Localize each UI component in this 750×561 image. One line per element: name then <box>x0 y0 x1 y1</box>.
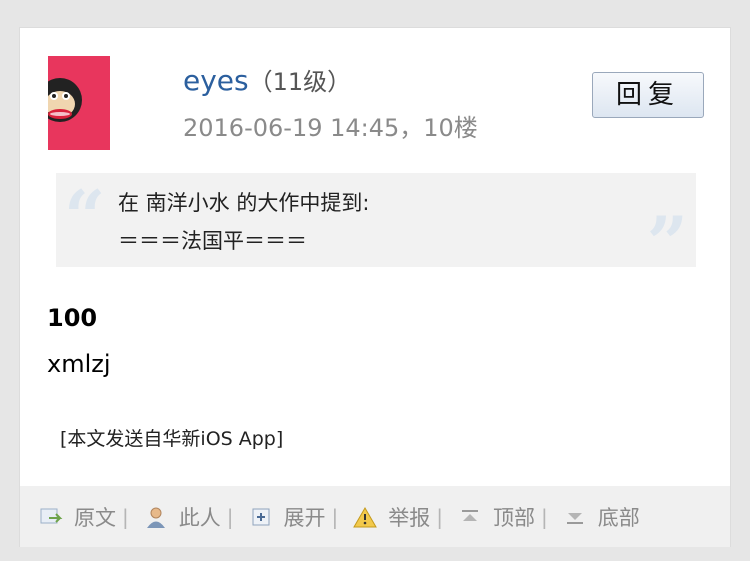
post-body-strong: 100 <box>47 304 98 332</box>
quote-text: ＝＝＝法国平＝＝＝ <box>118 229 307 253</box>
quote-block: “ 在 南洋小水 的大作中提到: ＝＝＝法国平＝＝＝ ” <box>56 173 696 279</box>
go-top-label: 顶部 <box>493 505 535 530</box>
original-text-label: 原文 <box>74 505 116 530</box>
report-button[interactable]: 举报 <box>352 502 430 532</box>
monkey-avatar-icon <box>48 78 82 122</box>
go-top-button[interactable]: 顶部 <box>457 502 535 532</box>
original-text-icon <box>38 505 64 529</box>
avatar[interactable] <box>48 56 110 150</box>
quote-header: 在 南洋小水 的大作中提到: <box>118 191 370 215</box>
separator: | <box>331 504 339 529</box>
go-bottom-label: 底部 <box>597 505 640 530</box>
expand-label: 展开 <box>283 505 326 530</box>
reply-button[interactable]: 回复 <box>592 72 704 118</box>
separator: | <box>436 504 443 529</box>
expand-icon <box>248 505 274 529</box>
separator: | <box>226 504 234 529</box>
this-user-label: 此人 <box>178 505 221 530</box>
separator: | <box>541 504 548 529</box>
user-line: eyes（11级） <box>183 62 351 97</box>
report-label: 举报 <box>388 505 431 530</box>
warning-icon <box>352 505 378 529</box>
expand-button[interactable]: 展开 <box>248 502 326 532</box>
post-source: [本文发送自华新iOS App] <box>60 428 284 450</box>
quote-open-icon: “ <box>64 174 106 259</box>
separator: | <box>122 504 129 529</box>
to-top-icon <box>457 505 483 529</box>
username-link[interactable]: eyes <box>183 64 249 97</box>
post-meta: 2016-06-19 14:45，10楼 <box>183 114 478 142</box>
quote-close-icon: ” <box>646 200 688 285</box>
action-bar: 原文 | 此人 | 展开 | 举报 | 顶部 | 底部 <box>20 486 730 547</box>
to-bottom-icon <box>562 505 588 529</box>
post-body-text: xmlzj <box>47 350 111 378</box>
go-bottom-button[interactable]: 底部 <box>562 502 640 532</box>
post-card: eyes（11级） 2016-06-19 14:45，10楼 回复 “ 在 南洋… <box>19 27 731 547</box>
original-text-button[interactable]: 原文 <box>38 502 116 532</box>
this-user-button[interactable]: 此人 <box>143 502 221 532</box>
user-level: （11级） <box>248 68 352 96</box>
person-icon <box>143 505 169 529</box>
